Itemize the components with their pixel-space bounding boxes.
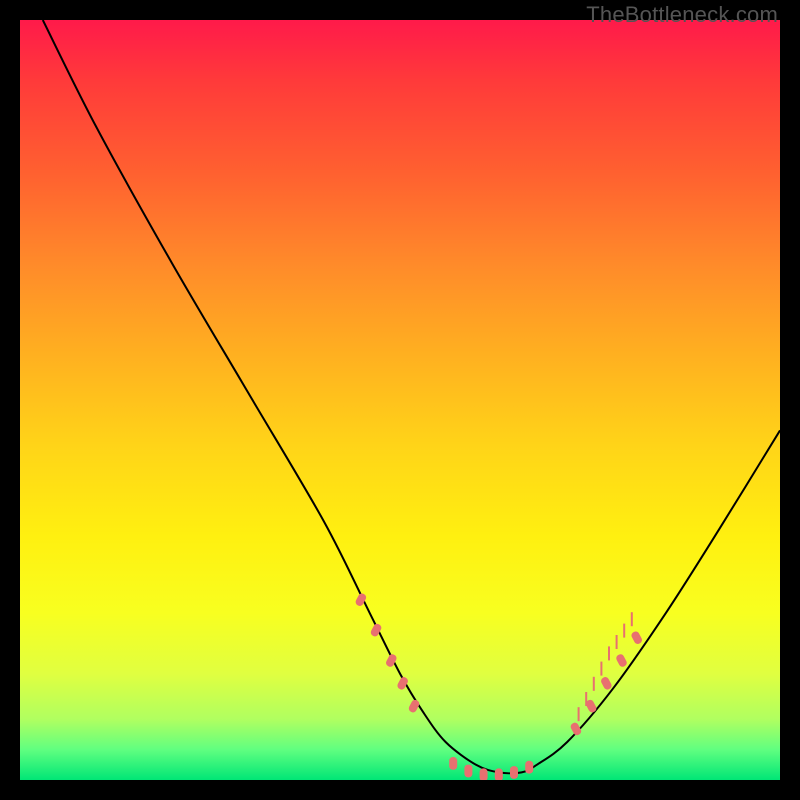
plot-gradient-area: [20, 20, 780, 780]
watermark-text: TheBottleneck.com: [586, 2, 778, 28]
